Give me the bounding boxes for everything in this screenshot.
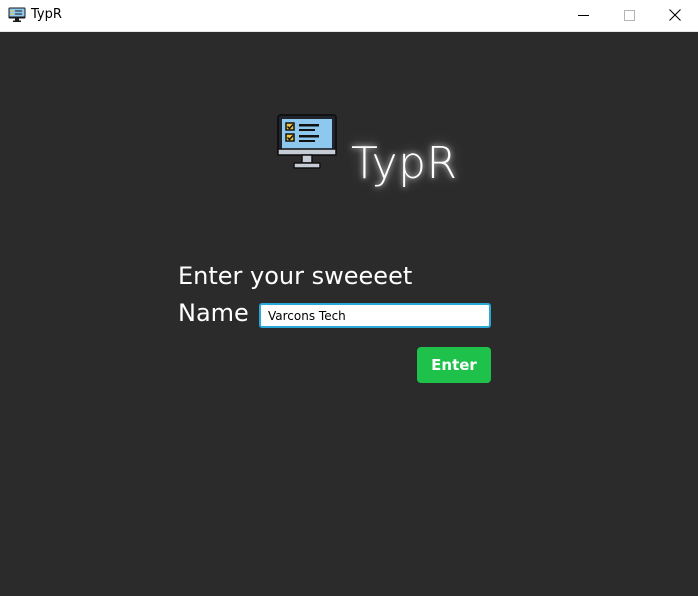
computer-checklist-icon [8,7,26,23]
enter-button[interactable]: Enter [417,347,491,383]
title-bar[interactable]: TypR [0,0,698,32]
name-prompt-line1: Enter your sweeeet [178,262,413,290]
minimize-icon [577,6,589,25]
name-prompt-line2: Name [178,299,249,327]
name-input[interactable] [259,303,491,328]
window-title: TypR [31,7,62,22]
close-icon [669,6,681,25]
maximize-icon [623,6,635,25]
app-name-heading: TypR [351,138,458,189]
computer-checklist-icon [276,113,338,171]
minimize-button[interactable] [560,0,606,31]
close-button[interactable] [652,0,698,31]
maximize-button[interactable] [606,0,652,31]
app-window: TypR TypR Enter your sweeeet Name Varcon… [0,0,698,596]
